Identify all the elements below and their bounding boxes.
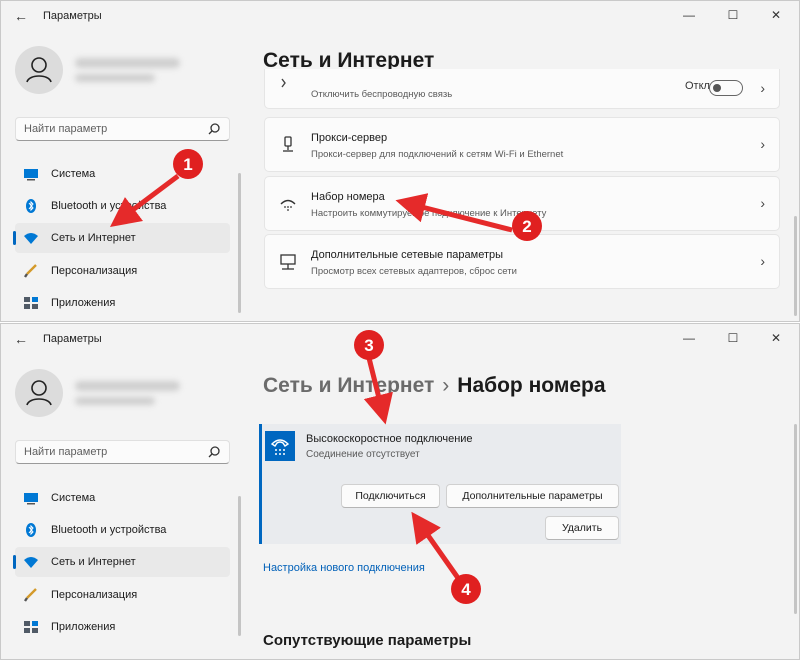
advanced-options-button[interactable]: Дополнительные параметры <box>446 484 619 508</box>
content-scrollbar[interactable] <box>794 216 797 316</box>
dialup-icon <box>280 199 296 211</box>
settings-window-bottom: ← Параметры — ☐ ✕ Найти параметр Система… <box>0 323 800 660</box>
sidebar-item-bluetooth[interactable]: Bluetooth и устройства <box>15 191 230 221</box>
minimize-button[interactable]: — <box>674 5 704 25</box>
chevron-right-icon: › <box>760 80 765 96</box>
redacted-user-name <box>75 381 180 391</box>
search-input[interactable]: Найти параметр <box>15 117 230 141</box>
apps-icon <box>24 297 38 309</box>
breadcrumb-parent[interactable]: Сеть и Интернет <box>263 374 434 397</box>
dialup-connection-card[interactable]: Высокоскоростное подключение Соединение … <box>259 424 621 544</box>
sidebar-item-label: Система <box>51 492 96 504</box>
sidebar-item-label: Сеть и Интернет <box>51 232 136 244</box>
bluetooth-icon <box>26 523 36 537</box>
user-profile[interactable] <box>15 369 225 423</box>
sidebar-item-network[interactable]: Сеть и Интернет <box>13 223 230 253</box>
app-title: Параметры <box>43 333 102 345</box>
sidebar-scrollbar[interactable] <box>238 173 241 313</box>
sidebar-item-network[interactable]: Сеть и Интернет <box>13 547 230 577</box>
redacted-user-email <box>75 397 155 405</box>
apps-icon <box>24 621 38 633</box>
minimize-button[interactable]: — <box>674 328 704 348</box>
title-bar: ← Параметры — ☐ ✕ <box>1 1 799 31</box>
avatar <box>15 46 63 94</box>
sidebar-item-system[interactable]: Система <box>15 483 230 513</box>
monitor-icon <box>24 493 38 505</box>
search-placeholder: Найти параметр <box>24 123 108 135</box>
sidebar-item-apps[interactable]: Приложения <box>15 612 230 642</box>
chevron-right-icon: › <box>760 195 765 211</box>
redacted-user-name <box>75 58 180 68</box>
back-button[interactable]: ← <box>11 8 31 24</box>
bluetooth-icon <box>26 199 36 213</box>
page-title: Набор номера <box>457 374 606 397</box>
network-adapter-icon <box>280 254 296 270</box>
brush-icon <box>24 264 37 278</box>
sidebar-item-personalization[interactable]: Персонализация <box>15 256 230 286</box>
airplane-mode-card[interactable]: Отключить беспроводную связь Откл. › <box>264 69 780 109</box>
search-icon <box>208 123 220 135</box>
new-connection-link[interactable]: Настройка нового подключения <box>263 562 425 574</box>
maximize-button[interactable]: ☐ <box>718 5 748 25</box>
sidebar-item-system[interactable]: Система <box>15 159 230 189</box>
close-button[interactable]: ✕ <box>761 5 791 25</box>
sidebar-item-label: Приложения <box>51 621 116 633</box>
breadcrumb: Сеть и Интернет › Набор номера <box>263 374 606 398</box>
app-title: Параметры <box>43 10 102 22</box>
maximize-button[interactable]: ☐ <box>718 328 748 348</box>
monitor-icon <box>24 169 38 181</box>
sidebar-item-apps[interactable]: Приложения <box>15 288 230 318</box>
sidebar-item-label: Персонализация <box>51 589 138 601</box>
search-input[interactable]: Найти параметр <box>15 440 230 464</box>
sidebar-item-bluetooth[interactable]: Bluetooth и устройства <box>15 515 230 545</box>
advanced-network-card[interactable]: Дополнительные сетевые параметры Просмот… <box>264 234 780 289</box>
settings-window-top: ← Параметры — ☐ ✕ Найти параметр Система… <box>0 0 800 322</box>
connect-button[interactable]: Подключиться <box>341 484 440 508</box>
sidebar-item-label: Bluetooth и устройства <box>51 524 167 536</box>
sidebar-scrollbar[interactable] <box>238 496 241 636</box>
sidebar-item-label: Система <box>51 168 96 180</box>
airplane-icon <box>281 78 286 88</box>
sidebar-item-label: Bluetooth и устройства <box>51 200 167 212</box>
user-icon <box>26 57 52 83</box>
search-icon <box>208 446 220 458</box>
card-subtitle: Просмотр всех сетевых адаптеров, сброс с… <box>311 266 517 277</box>
breadcrumb-separator: › <box>442 374 450 397</box>
content-scrollbar[interactable] <box>794 424 797 614</box>
redacted-user-email <box>75 74 155 82</box>
card-title: Набор номера <box>311 191 385 203</box>
proxy-card[interactable]: Прокси-сервер Прокси-сервер для подключе… <box>264 117 780 172</box>
sidebar-item-label: Персонализация <box>51 265 138 277</box>
delete-button[interactable]: Удалить <box>545 516 619 540</box>
card-subtitle: Отключить беспроводную связь <box>311 89 453 100</box>
title-bar: ← Параметры — ☐ ✕ <box>1 324 799 354</box>
dialup-card[interactable]: Набор номера Настроить коммутируемое под… <box>264 176 780 231</box>
dialup-connection-icon <box>265 431 295 461</box>
search-placeholder: Найти параметр <box>24 446 108 458</box>
wifi-icon <box>24 557 38 568</box>
user-profile[interactable] <box>15 46 225 100</box>
connection-name: Высокоскоростное подключение <box>306 433 473 445</box>
connection-status: Соединение отсутствует <box>306 449 420 460</box>
brush-icon <box>24 588 37 602</box>
card-title: Прокси-сервер <box>311 132 388 144</box>
sidebar-item-label: Приложения <box>51 297 116 309</box>
phone-icon <box>270 439 290 455</box>
card-title: Дополнительные сетевые параметры <box>311 249 504 261</box>
user-icon <box>26 380 52 406</box>
airplane-mode-toggle[interactable] <box>709 80 743 96</box>
card-subtitle: Настроить коммутируемое подключение к Ин… <box>311 208 547 219</box>
chevron-right-icon: › <box>760 136 765 152</box>
sidebar-item-label: Сеть и Интернет <box>51 556 136 568</box>
card-subtitle: Прокси-сервер для подключений к сетям Wi… <box>311 149 564 160</box>
related-settings-heading: Сопутствующие параметры <box>263 632 472 649</box>
wifi-icon <box>24 233 38 244</box>
proxy-icon <box>283 136 293 152</box>
sidebar-item-personalization[interactable]: Персонализация <box>15 580 230 610</box>
close-button[interactable]: ✕ <box>761 328 791 348</box>
chevron-right-icon: › <box>760 253 765 269</box>
avatar <box>15 369 63 417</box>
back-button[interactable]: ← <box>11 331 31 347</box>
